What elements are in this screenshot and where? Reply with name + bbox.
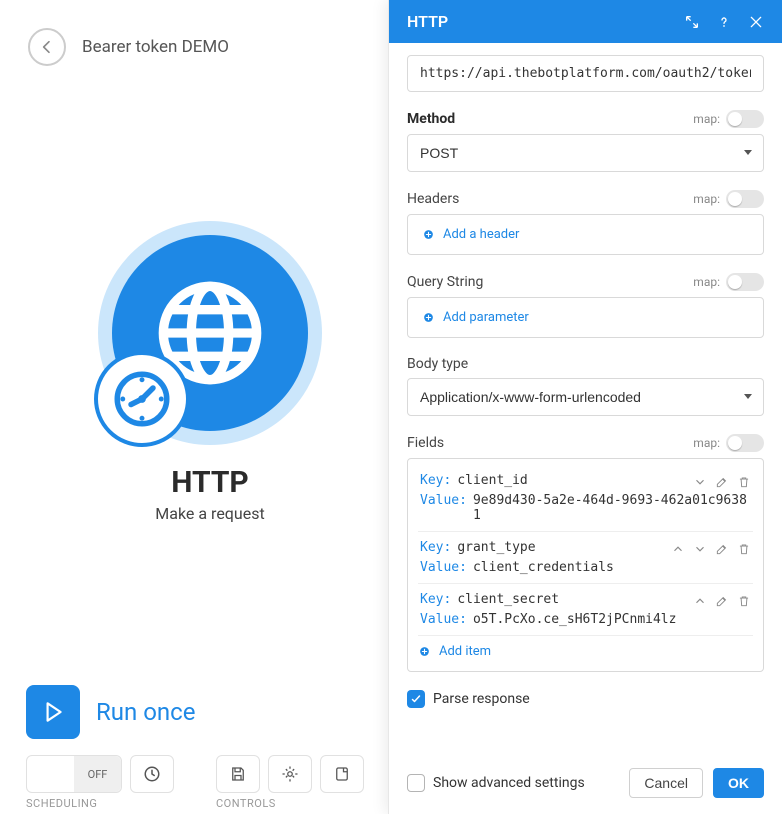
move-down-button[interactable] <box>693 475 707 493</box>
note-icon <box>333 765 351 783</box>
field-key-label: Key: <box>420 540 451 555</box>
field-item[interactable]: Key: grant_type Value: client_credentials <box>418 532 753 584</box>
add-field-item-button[interactable]: Add item <box>418 644 753 659</box>
edit-icon <box>715 542 729 556</box>
close-icon <box>748 14 764 30</box>
map-label: map: <box>693 112 720 126</box>
node-title: HTTP <box>60 465 360 500</box>
back-button[interactable] <box>28 28 66 66</box>
edit-icon <box>715 594 729 608</box>
scheduling-clock-button[interactable] <box>130 755 174 793</box>
expand-button[interactable] <box>684 14 700 30</box>
field-value-label: Value: <box>420 612 467 627</box>
map-label: map: <box>693 192 720 206</box>
parse-response-checkbox[interactable] <box>407 690 425 708</box>
plus-circle-icon <box>422 311 435 324</box>
advanced-settings-label: Show advanced settings <box>433 775 585 791</box>
map-label: map: <box>693 436 720 450</box>
method-map-toggle[interactable] <box>726 110 764 128</box>
edit-button[interactable] <box>715 475 729 493</box>
plus-circle-icon <box>422 228 435 241</box>
clock-icon <box>109 366 175 432</box>
run-once-label: Run once <box>96 698 195 726</box>
run-once-button[interactable] <box>26 685 80 739</box>
trash-icon <box>737 475 751 489</box>
scheduling-toggle[interactable]: OFF <box>26 755 122 793</box>
trash-icon <box>737 542 751 556</box>
delete-button[interactable] <box>737 542 751 560</box>
field-key-value: client_secret <box>457 592 559 607</box>
parse-response-label: Parse response <box>433 691 530 707</box>
panel-title: HTTP <box>407 12 448 31</box>
headers-map-toggle[interactable] <box>726 190 764 208</box>
edit-button[interactable] <box>715 542 729 560</box>
url-input[interactable] <box>407 55 764 92</box>
add-header-label: Add a header <box>443 227 519 242</box>
http-node[interactable] <box>112 235 308 431</box>
play-icon <box>40 699 66 725</box>
save-button[interactable] <box>216 755 260 793</box>
add-header-button[interactable]: Add a header <box>422 227 749 242</box>
chevron-down-icon <box>693 542 707 556</box>
http-config-panel: HTTP Method map: POST <box>388 0 782 814</box>
chevron-up-icon <box>671 542 685 556</box>
move-down-button[interactable] <box>693 542 707 560</box>
move-up-button[interactable] <box>671 542 685 560</box>
page-title: Bearer token DEMO <box>82 37 229 57</box>
help-button[interactable] <box>716 14 732 30</box>
field-item[interactable]: Key: client_secret Value: o5T.PcXo.ce_sH6… <box>418 584 753 636</box>
fields-label: Fields <box>407 435 444 451</box>
cancel-button[interactable]: Cancel <box>629 768 703 798</box>
scheduling-off-label: OFF <box>74 756 121 792</box>
fields-map-toggle[interactable] <box>726 434 764 452</box>
map-label: map: <box>693 275 720 289</box>
delete-button[interactable] <box>737 594 751 612</box>
check-icon <box>410 693 422 705</box>
save-icon <box>229 765 247 783</box>
method-select[interactable]: POST <box>407 134 764 172</box>
field-key-label: Key: <box>420 592 451 607</box>
node-subtitle: Make a request <box>60 504 360 523</box>
close-button[interactable] <box>748 14 764 30</box>
field-item[interactable]: Key: client_id Value: 9e89d430-5a2e-464d-… <box>418 465 753 532</box>
scheduling-section-label: SCHEDULING <box>26 797 174 810</box>
arrow-left-icon <box>39 39 55 55</box>
edit-icon <box>715 475 729 489</box>
body-type-label: Body type <box>407 356 468 372</box>
add-item-label: Add item <box>439 644 491 659</box>
edit-button[interactable] <box>715 594 729 612</box>
schedule-badge[interactable] <box>94 351 190 447</box>
field-key-value: client_id <box>457 473 527 488</box>
field-value-value: 9e89d430-5a2e-464d-9693-462a01c96381 <box>473 493 751 523</box>
ok-button[interactable]: OK <box>713 768 764 798</box>
move-up-button[interactable] <box>693 594 707 612</box>
add-parameter-button[interactable]: Add parameter <box>422 310 749 325</box>
controls-section-label: CONTROLS <box>216 797 364 810</box>
advanced-settings-checkbox[interactable] <box>407 774 425 792</box>
gear-icon <box>281 765 299 783</box>
method-label: Method <box>407 111 455 127</box>
query-string-label: Query String <box>407 274 483 290</box>
field-value-value: client_credentials <box>473 560 614 575</box>
trash-icon <box>737 594 751 608</box>
expand-icon <box>684 14 700 30</box>
field-value-label: Value: <box>420 493 467 508</box>
chevron-down-icon <box>693 475 707 489</box>
query-map-toggle[interactable] <box>726 273 764 291</box>
delete-button[interactable] <box>737 475 751 493</box>
field-key-value: grant_type <box>457 540 535 555</box>
chevron-up-icon <box>693 594 707 608</box>
settings-button[interactable] <box>268 755 312 793</box>
field-value-value: o5T.PcXo.ce_sH6T2jPCnmi4lz <box>473 612 677 627</box>
add-parameter-label: Add parameter <box>443 310 529 325</box>
clock-icon <box>143 765 161 783</box>
notes-button[interactable] <box>320 755 364 793</box>
headers-label: Headers <box>407 191 459 207</box>
field-value-label: Value: <box>420 560 467 575</box>
question-icon <box>716 14 732 30</box>
plus-circle-icon <box>418 645 431 658</box>
body-type-select[interactable]: Application/x-www-form-urlencoded <box>407 378 764 416</box>
field-key-label: Key: <box>420 473 451 488</box>
